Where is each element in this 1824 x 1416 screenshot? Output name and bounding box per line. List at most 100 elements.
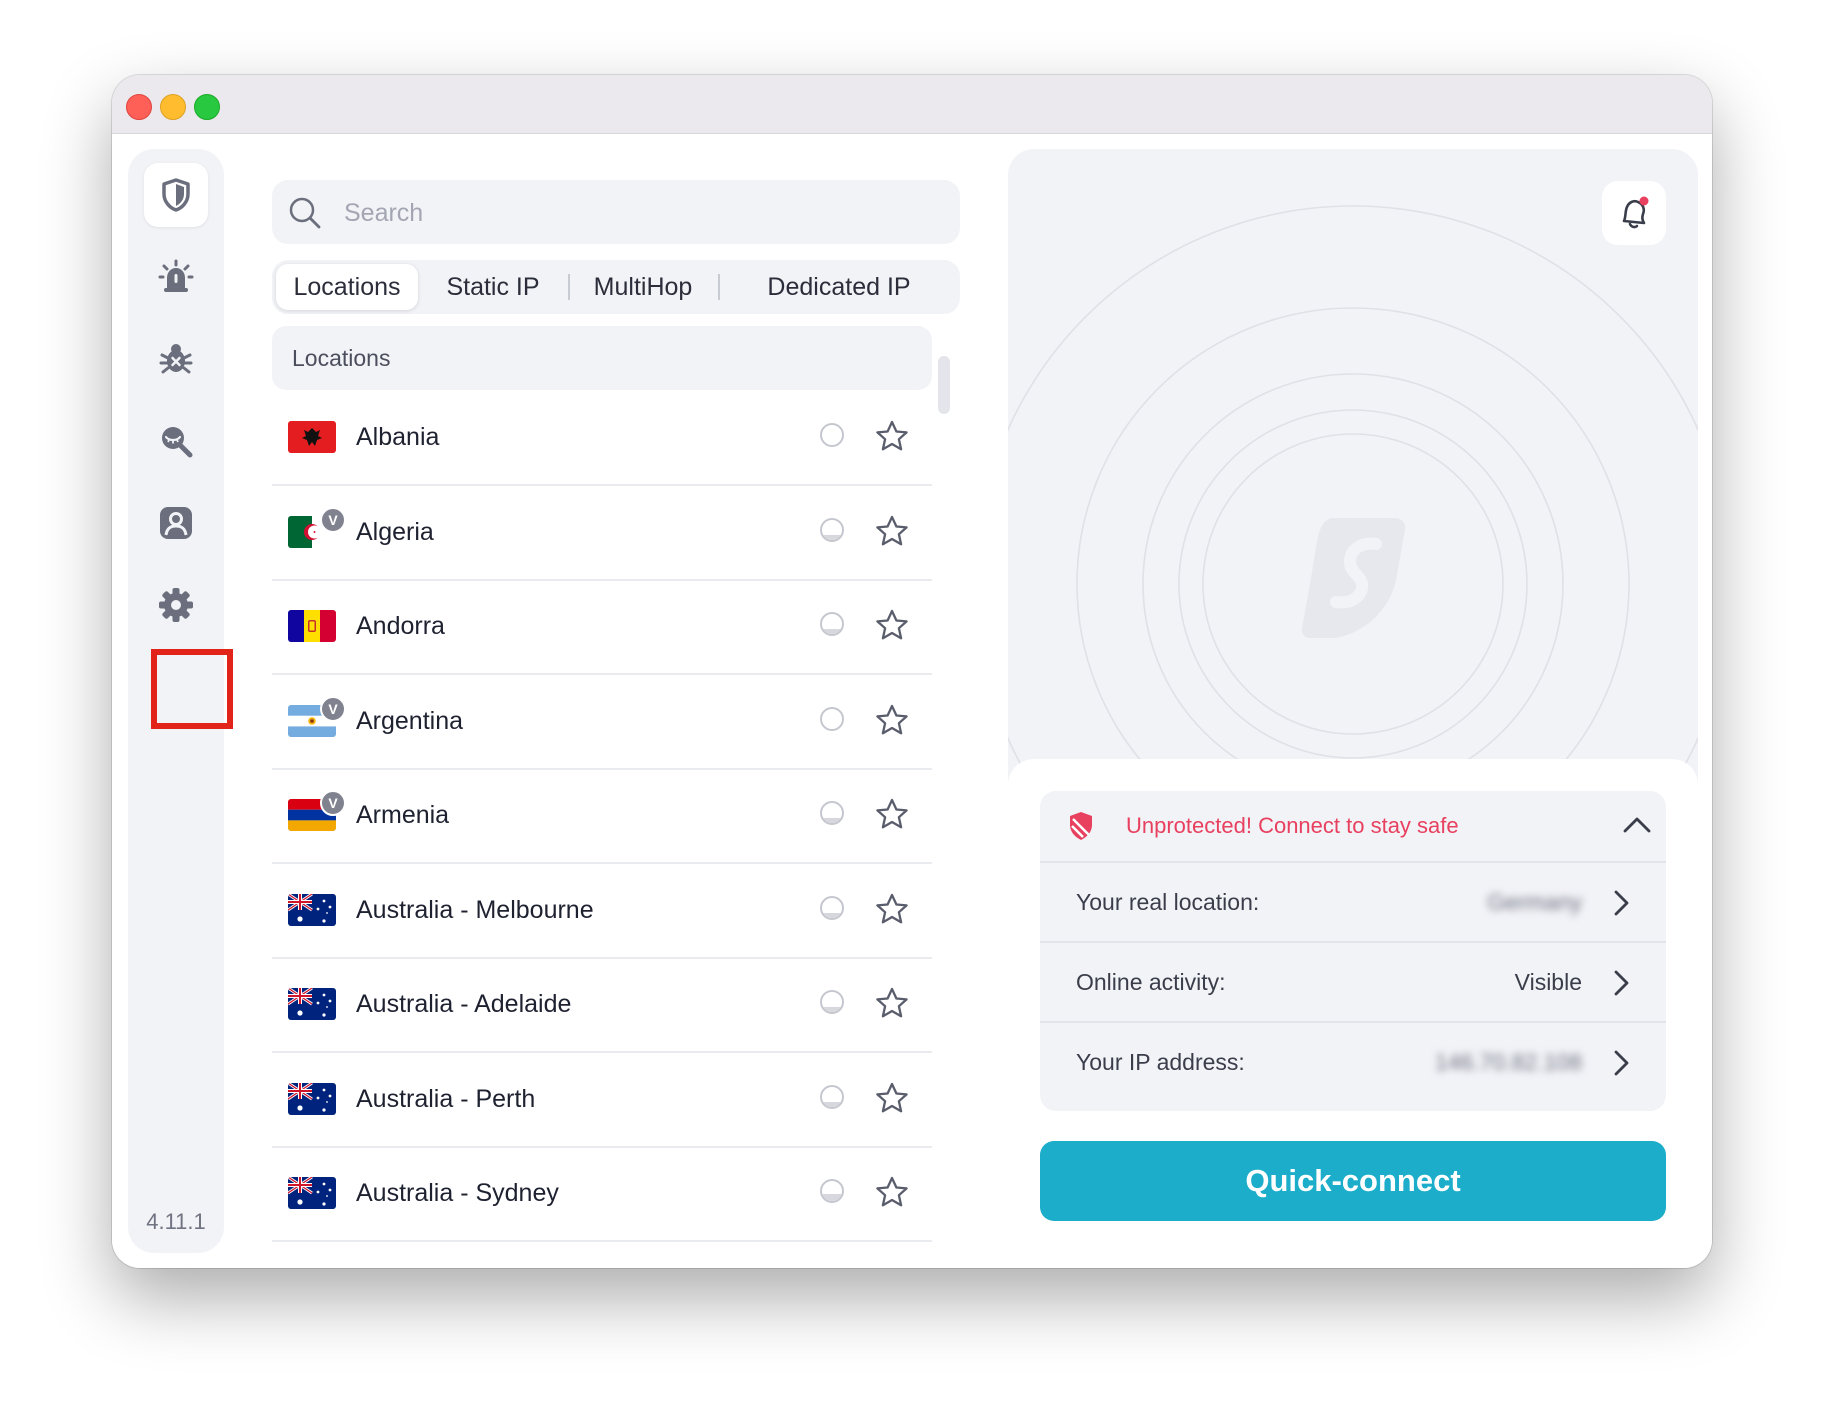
- star-icon[interactable]: [874, 1175, 910, 1211]
- server-load-indicator: [820, 1179, 844, 1203]
- server-load-indicator: [820, 517, 844, 542]
- unprotected-shield-icon: [1070, 812, 1092, 840]
- star-icon[interactable]: [874, 892, 910, 928]
- shield-icon: [162, 178, 190, 212]
- flag-image: [288, 1082, 336, 1115]
- sidebar-item-settings[interactable]: [144, 573, 208, 637]
- list-section-header: Locations: [272, 326, 932, 390]
- close-window-button[interactable]: [126, 94, 152, 120]
- search-engine-icon: [162, 427, 193, 458]
- flag-australia: [288, 988, 336, 1020]
- flag-image: [288, 1177, 336, 1209]
- status-row[interactable]: Your IP address: 146.70.82.108: [1040, 1021, 1666, 1101]
- star-icon[interactable]: [874, 797, 910, 833]
- location-name: Australia - Perth: [356, 1084, 536, 1113]
- tab-separator: [718, 274, 720, 300]
- list-item[interactable]: V Algeria: [272, 485, 932, 581]
- connection-panel: Unprotected! Connect to stay safe Your r…: [1008, 149, 1698, 1253]
- status-row-value: Germany: [1487, 889, 1582, 915]
- app-content: 4.11.1 Locations Static IP MultiHop Dedi…: [112, 134, 1712, 1268]
- virtual-location-badge: V: [320, 695, 346, 722]
- flag-image: [288, 893, 336, 926]
- list-scrollbar[interactable]: [938, 356, 950, 414]
- sidebar-item-vpn[interactable]: [144, 163, 208, 227]
- flag-image: [288, 421, 336, 453]
- zoom-window-button[interactable]: [194, 94, 220, 120]
- chevron-right-icon: [1614, 890, 1629, 916]
- search-input[interactable]: [342, 180, 936, 246]
- tab-separator: [568, 274, 570, 300]
- location-name: Albania: [356, 423, 440, 451]
- bell-icon: [1622, 196, 1649, 229]
- sidebar-item-private-search[interactable]: [144, 409, 208, 473]
- list-item[interactable]: Australia - Perth: [272, 1052, 932, 1148]
- alert-icon: [158, 259, 194, 292]
- status-panel: Unprotected! Connect to stay safe Your r…: [1040, 791, 1666, 1111]
- flag-albania: [288, 421, 336, 453]
- status-title: Unprotected! Connect to stay safe: [1126, 813, 1459, 838]
- star-icon[interactable]: [874, 703, 910, 739]
- sidebar-item-account[interactable]: [144, 491, 208, 555]
- star-icon[interactable]: [874, 419, 910, 455]
- server-load-indicator: [820, 612, 844, 636]
- flag-image: [288, 610, 336, 642]
- server-load-indicator: [820, 423, 844, 447]
- list-item[interactable]: V Armenia: [272, 768, 932, 864]
- quick-connect-button[interactable]: Quick-connect: [1040, 1141, 1666, 1221]
- radar-circles: [1008, 205, 1698, 769]
- sidebar-item-antivirus[interactable]: [144, 327, 208, 391]
- location-tabs: Locations Static IP MultiHop Dedicated I…: [272, 260, 960, 314]
- status-row-label: Your IP address:: [1076, 1049, 1245, 1075]
- server-load-indicator: [820, 895, 844, 920]
- location-name: Australia - Sydney: [356, 1179, 559, 1207]
- tab-multihop[interactable]: MultiHop: [572, 264, 714, 310]
- notifications-button[interactable]: [1602, 181, 1666, 245]
- location-name: Argentina: [356, 706, 464, 735]
- chevron-up-icon[interactable]: [1622, 813, 1652, 837]
- server-load-indicator: [820, 706, 844, 731]
- list-item[interactable]: Australia - Adelaide: [272, 957, 932, 1053]
- list-item[interactable]: Australia - Sydney: [272, 1146, 932, 1242]
- star-icon[interactable]: [874, 608, 910, 644]
- search-bar[interactable]: [272, 180, 960, 246]
- list-item[interactable]: Albania: [272, 390, 932, 486]
- status-header[interactable]: Unprotected! Connect to stay safe: [1040, 791, 1666, 861]
- location-name: Andorra: [356, 612, 445, 640]
- server-load-indicator: [820, 1084, 844, 1109]
- tab-dedicated-ip[interactable]: Dedicated IP: [722, 264, 956, 310]
- chevron-right-icon: [1614, 1050, 1629, 1076]
- location-name: Armenia: [356, 801, 450, 829]
- status-row-value: 146.70.82.108: [1434, 1049, 1582, 1075]
- app-version: 4.11.1: [146, 1209, 206, 1234]
- chevron-right-icon: [1614, 970, 1629, 996]
- minimize-window-button[interactable]: [160, 94, 186, 120]
- server-load-indicator: [820, 801, 844, 825]
- location-name: Algeria: [356, 517, 434, 546]
- location-name: Australia - Adelaide: [356, 990, 572, 1018]
- sidebar-item-alert[interactable]: [144, 245, 208, 309]
- gear-icon: [159, 588, 193, 622]
- status-card: Unprotected! Connect to stay safe Your r…: [1008, 759, 1698, 1253]
- virtual-location-badge: V: [320, 790, 346, 816]
- status-row-label: Online activity:: [1076, 969, 1226, 995]
- flag-australia: [288, 893, 336, 926]
- list-item[interactable]: Australia - Melbourne: [272, 863, 932, 959]
- sidebar: 4.11.1: [128, 149, 233, 1253]
- star-icon[interactable]: [874, 1081, 910, 1117]
- star-icon[interactable]: [874, 986, 910, 1022]
- tab-static-ip[interactable]: Static IP: [424, 264, 562, 310]
- flag-australia: [288, 1177, 336, 1209]
- star-icon[interactable]: [874, 514, 910, 550]
- antivirus-icon: [159, 344, 193, 374]
- list-item[interactable]: Andorra: [272, 579, 932, 675]
- tab-locations[interactable]: Locations: [276, 264, 418, 310]
- status-row[interactable]: Online activity: Visible: [1040, 941, 1666, 1021]
- title-bar: [112, 75, 1712, 134]
- flag-australia: [288, 1082, 336, 1115]
- surfshark-logo-icon: [1301, 518, 1406, 638]
- location-name: Australia - Melbourne: [356, 895, 594, 924]
- status-row[interactable]: Your real location: Germany: [1040, 861, 1666, 941]
- status-row-value: Visible: [1514, 969, 1582, 995]
- search-icon: [289, 197, 321, 229]
- list-item[interactable]: V Argentina: [272, 674, 932, 770]
